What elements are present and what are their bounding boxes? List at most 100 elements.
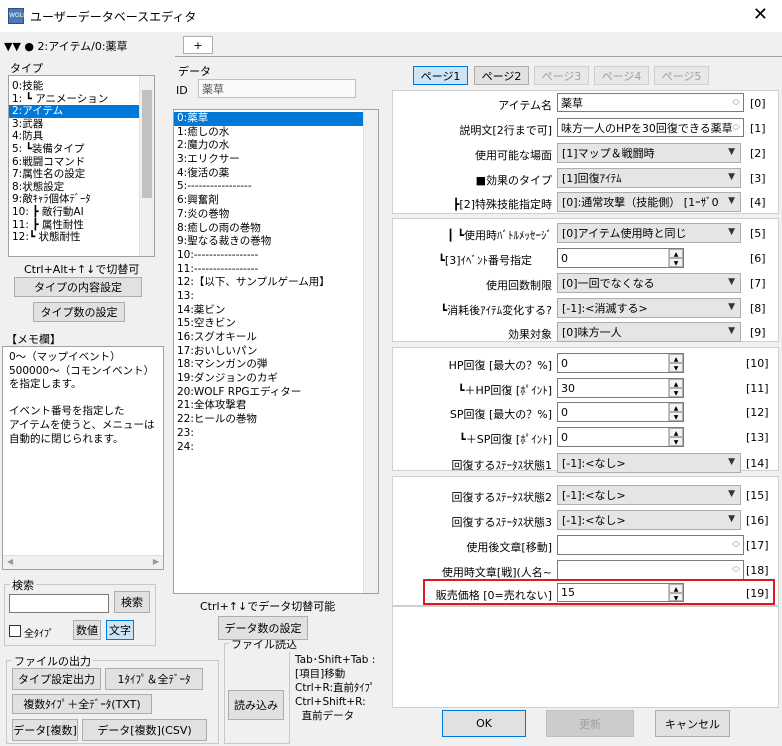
data-list-scrollbar[interactable] [363,110,378,593]
spin-down-icon[interactable]: ▼ [669,592,683,602]
cure3-select[interactable]: [-1]:<なし> ▼ [557,510,741,530]
data-list-item[interactable]: 17:おいしいパン [174,345,378,359]
data-list-item[interactable]: 14:薬ビン [174,304,378,318]
type-list-item[interactable]: 10: ┣ 敵行動AI [9,206,154,219]
spin-up-icon[interactable]: ▲ [669,354,683,363]
type-content-button[interactable]: タイプの内容設定 [14,277,142,297]
data-list-item[interactable]: 2:魔力の水 [174,139,378,153]
data-list-item[interactable]: 18:マシンガンの弾 [174,358,378,372]
type-list-item[interactable]: 0:技能 [9,80,154,93]
type-list-item[interactable]: 7:属性名の設定 [9,168,154,181]
text-toggle[interactable]: 文字 [106,620,134,640]
data-list-item[interactable]: 7:炎の巻物 [174,208,378,222]
memo-field[interactable]: 0～（マップイベント） 500000～（コモンイベント） を指定します。 イベント番号… [2,346,164,570]
hp-max-spinner[interactable]: 0 ▲ ▼ [557,353,684,373]
type-list-item[interactable]: 12:┗ 状態耐性 [9,231,154,244]
bottom-memo-area[interactable] [392,606,779,708]
data-list-item[interactable]: 6:興奮剤 [174,194,378,208]
all-types-checkbox[interactable] [9,625,21,637]
data-list-item[interactable]: 13: [174,290,378,304]
target-select[interactable]: [0]味方一人 ▼ [557,322,741,342]
use-battle-text-scroll-icon[interactable]: ︿ ﹀ [732,562,740,578]
type-settings-output-button[interactable]: タイプ設定出力 [12,668,101,690]
type-list-scrollbar[interactable] [139,76,154,256]
data-list-item[interactable]: 10:----------------- [174,249,378,263]
search-input[interactable] [9,594,109,613]
type-list-item[interactable]: 8:状態設定 [9,181,154,194]
memo-scrollbar[interactable]: ◀ ▶ [3,555,163,569]
type-list-item[interactable]: 11: ┣ 属性耐性 [9,219,154,232]
data-list-item[interactable]: 12:【以下、サンプルゲーム用】 [174,276,378,290]
hp-point-spinner[interactable]: 30 ▲ ▼ [557,378,684,398]
item-name-field[interactable]: 薬草 [557,93,744,112]
tab-page2[interactable]: ページ2 [474,66,529,85]
sp-max-spinner[interactable]: 0 ▲ ▼ [557,402,684,422]
usable-scene-select[interactable]: [1]マップ＆戦闘時 ▼ [557,143,741,163]
type-list-item[interactable]: 6:戦闘コマンド [9,156,154,169]
update-button[interactable]: 更新 [546,710,634,737]
spin-down-icon[interactable]: ▼ [669,437,683,446]
spin-down-icon[interactable]: ▼ [669,412,683,421]
type-list-item[interactable]: 9:敵ｷｬﾗ個体ﾃﾞｰﾀ [9,193,154,206]
type-list-item[interactable]: 2:アイテム [9,105,154,118]
spin-up-icon[interactable]: ▲ [669,379,683,388]
data-list-item[interactable]: 22:ヒールの巻物 [174,413,378,427]
spin-down-icon[interactable]: ▼ [669,388,683,397]
data-list-item[interactable]: 21:全体攻撃君 [174,399,378,413]
data-list-item[interactable]: 3:エリクサー [174,153,378,167]
data-list-item[interactable]: 11:----------------- [174,263,378,277]
type-count-button[interactable]: タイプ数の設定 [33,302,125,322]
ok-button[interactable]: OK [442,710,526,737]
data-list-item[interactable]: 20:WOLF RPGエディター [174,386,378,400]
type-list-item[interactable]: 4:防具 [9,130,154,143]
spin-down-icon[interactable]: ▼ [669,363,683,372]
tab-page5[interactable]: ページ5 [654,66,709,85]
search-button[interactable]: 検索 [114,591,150,613]
numeric-toggle[interactable]: 数値 [73,620,101,640]
close-icon[interactable]: ✕ [753,4,768,25]
tab-page1[interactable]: ページ1 [413,66,468,85]
data-list-item[interactable]: 1:癒しの水 [174,126,378,140]
tab-page3[interactable]: ページ3 [534,66,589,85]
cure1-select[interactable]: [-1]:<なし> ▼ [557,453,741,473]
spin-up-icon[interactable]: ▲ [669,249,683,258]
one-type-all-data-button[interactable]: 1ﾀｲﾌﾟ＆全ﾃﾞｰﾀ [105,668,203,690]
type-list-item[interactable]: 1: ┗ アニメーション [9,93,154,106]
read-button[interactable]: 読み込み [228,690,284,720]
data-list-item[interactable]: 5:----------------- [174,180,378,194]
post-use-move-field[interactable] [557,535,744,555]
post-use-move-scroll-icon[interactable]: ︿ ﹀ [732,537,740,553]
data-list-item[interactable]: 8:癒しの雨の巻物 [174,222,378,236]
spin-up-icon[interactable]: ▲ [669,584,683,593]
type-list-item[interactable]: 3:武器 [9,118,154,131]
special-skill-select[interactable]: [0]:通常攻撃（技能側） [1ｰｻﾞ0 ▼ [557,192,741,212]
multi-type-all-data-txt-button[interactable]: 複数ﾀｲﾌﾟ＋全ﾃﾞｰﾀ(TXT) [12,694,152,714]
data-list-item[interactable]: 0:薬草 [174,112,378,126]
event-number-spinner[interactable]: 0 ▲ ▼ [557,248,684,268]
cancel-button[interactable]: キャンセル [655,710,730,737]
data-list-item[interactable]: 24: [174,441,378,455]
data-multi-csv-button[interactable]: データ[複数](CSV) [82,719,207,741]
sp-point-spinner[interactable]: 0 ▲ ▼ [557,427,684,447]
data-list-item[interactable]: 23: [174,427,378,441]
current-tab[interactable]: ▼▼ ● 2:アイテム/0:薬草 [4,38,179,56]
data-list-item[interactable]: 4:復活の薬 [174,167,378,181]
tab-page4[interactable]: ページ4 [594,66,649,85]
description-scroll-icon[interactable]: ︿ ﹀ [732,120,740,136]
cure2-select[interactable]: [-1]:<なし> ▼ [557,485,741,505]
spin-up-icon[interactable]: ▲ [669,428,683,437]
use-limit-select[interactable]: [0]一回でなくなる ▼ [557,273,741,293]
sale-price-spinner[interactable]: 15 ▲ ▼ [557,583,684,602]
type-list-item[interactable]: 5: ┗装備タイプ [9,143,154,156]
add-tab-button[interactable]: + [183,36,213,54]
data-multi-button[interactable]: データ[複数] [12,719,78,741]
battle-message-select[interactable]: [0]アイテム使用時と同じ ▼ [557,223,741,243]
effect-type-select[interactable]: [1]回復ｱｲﾃﾑ ▼ [557,168,741,188]
use-battle-text-field[interactable] [557,560,744,580]
data-list-item[interactable]: 15:空きビン [174,317,378,331]
type-list[interactable]: 0:技能 1: ┗ アニメーション 2:アイテム 3:武器 4:防具 5: ┗装備タイプ 6… [8,75,155,257]
data-id-field[interactable]: 薬草 [198,79,356,98]
item-change-select[interactable]: [-1]:<消滅する> ▼ [557,298,741,318]
item-name-scroll-icon[interactable]: ︿ ﹀ [732,95,740,111]
description-field[interactable]: 味方一人のHPを30回復できる薬草 [557,118,744,137]
